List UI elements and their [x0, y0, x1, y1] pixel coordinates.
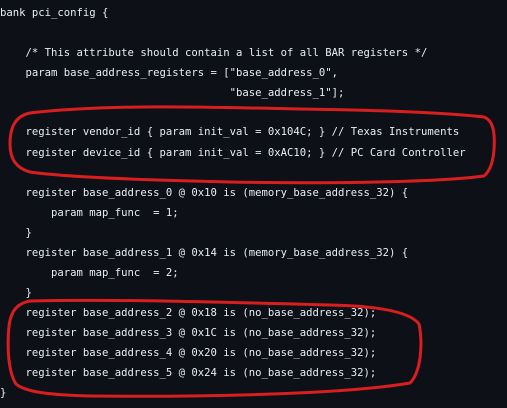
code-line-14: param map_func = 2; [0, 267, 179, 279]
code-block: bank pci_config { /* This attribute shou… [0, 0, 507, 408]
code-line-11: param map_func = 1; [0, 207, 179, 219]
code-line-17: register base_address_3 @ 0x1C is (no_ba… [0, 327, 377, 339]
code-line-20: } [0, 387, 7, 399]
code-line-16: register base_address_2 @ 0x18 is (no_ba… [0, 307, 377, 319]
code-line-8: register device_id { param init_val = 0x… [0, 147, 466, 159]
code-line-15: } [0, 287, 32, 299]
code-line-13: register base_address_1 @ 0x14 is (memor… [0, 247, 409, 259]
code-line-3: /* This attribute should contain a list … [0, 47, 428, 59]
code-line-5: "base_address_1"]; [0, 87, 345, 99]
code-line-18: register base_address_4 @ 0x20 is (no_ba… [0, 347, 377, 359]
code-line-10: register base_address_0 @ 0x10 is (memor… [0, 187, 409, 199]
code-line-7: register vendor_id { param init_val = 0x… [0, 126, 460, 138]
code-line-19: register base_address_5 @ 0x24 is (no_ba… [0, 367, 377, 379]
code-line-4: param base_address_registers = ["base_ad… [0, 67, 339, 79]
code-line-12: } [0, 227, 32, 239]
code-line-1: bank pci_config { [0, 7, 109, 19]
